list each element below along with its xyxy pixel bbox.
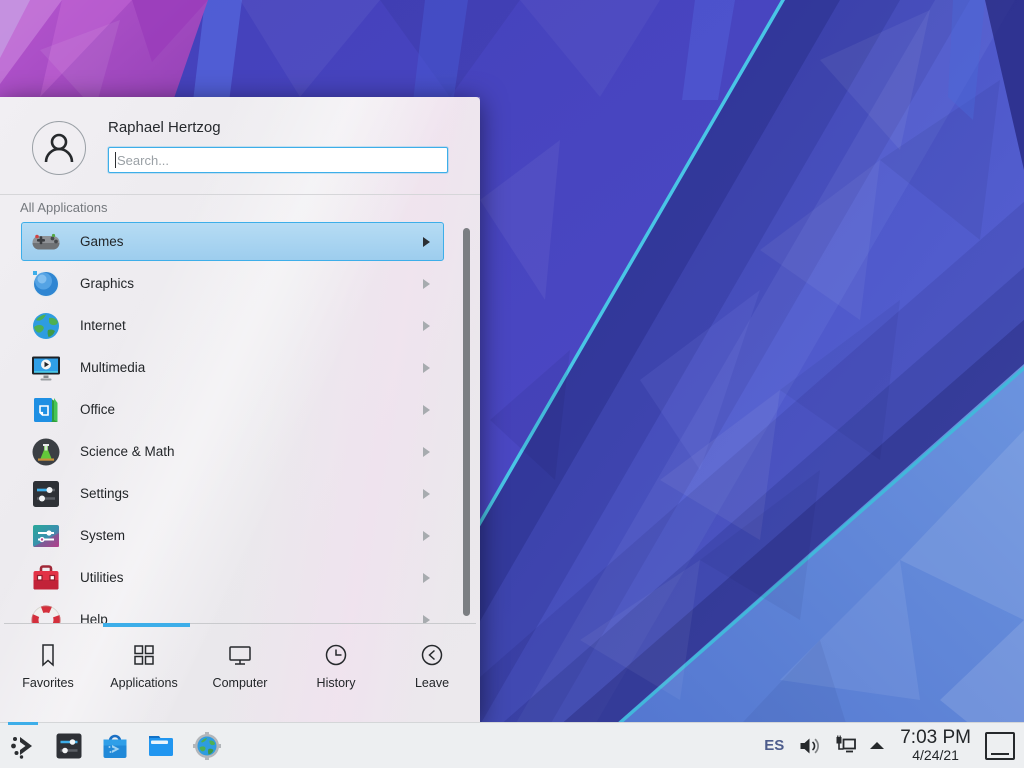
category-settings[interactable]: Settings [21, 474, 444, 513]
bookmark-icon [34, 641, 62, 669]
taskbar-system-settings[interactable] [46, 723, 92, 768]
help-lifering-icon [30, 604, 62, 623]
category-system[interactable]: System [21, 516, 444, 555]
show-desktop-button[interactable] [985, 732, 1015, 760]
settings-sliders-icon [30, 478, 62, 510]
tab-label: Applications [96, 676, 192, 690]
monitor-icon [226, 641, 254, 669]
submenu-arrow-icon [423, 363, 430, 373]
category-multimedia[interactable]: Multimedia [21, 348, 444, 387]
system-sliders-icon [30, 520, 62, 552]
section-label: All Applications [20, 200, 107, 215]
user-icon [33, 122, 85, 174]
submenu-arrow-icon [423, 447, 430, 457]
submenu-arrow-icon [423, 615, 430, 623]
volume-icon [798, 734, 822, 758]
submenu-arrow-icon [423, 405, 430, 415]
leave-icon [418, 641, 446, 669]
launcher-tabbar: Favorites Applications Computer [0, 628, 480, 722]
category-label: System [80, 517, 125, 554]
category-list: Games Graphics [21, 222, 444, 623]
clock-time: 7:03 PM [900, 728, 971, 748]
category-internet[interactable]: Internet [21, 306, 444, 345]
submenu-arrow-icon [423, 237, 430, 247]
category-label: Help [80, 601, 108, 623]
tab-label: History [288, 676, 384, 690]
volume-tray-item[interactable] [798, 734, 822, 758]
taskbar: ES 7:03 PM [0, 722, 1024, 768]
tab-leave[interactable]: Leave [384, 628, 480, 722]
taskbar-discover[interactable] [92, 723, 138, 768]
active-tab-indicator [103, 623, 190, 627]
taskbar-file-manager[interactable] [138, 723, 184, 768]
submenu-arrow-icon [423, 321, 430, 331]
multimedia-monitor-icon [30, 352, 62, 384]
desktop: Raphael Hertzog All Applications G [0, 0, 1024, 768]
globe-gear-icon [192, 731, 222, 761]
category-utilities[interactable]: Utilities [21, 558, 444, 597]
user-name: Raphael Hertzog [108, 119, 221, 136]
application-launcher-menu: Raphael Hertzog All Applications G [0, 97, 480, 722]
user-avatar[interactable] [32, 121, 86, 175]
digital-clock[interactable]: 7:03 PM 4/24/21 [900, 728, 971, 763]
submenu-arrow-icon [423, 573, 430, 583]
keyboard-layout-indicator[interactable]: ES [764, 737, 784, 754]
submenu-arrow-icon [423, 531, 430, 541]
category-label: Office [80, 391, 115, 428]
submenu-arrow-icon [423, 279, 430, 289]
tabbar-separator [4, 623, 476, 624]
tab-computer[interactable]: Computer [192, 628, 288, 722]
globe-icon [30, 310, 62, 342]
tab-label: Leave [384, 676, 480, 690]
category-label: Graphics [80, 265, 134, 302]
graphics-ball-icon [30, 268, 62, 300]
system-settings-icon [54, 731, 84, 761]
category-science-math[interactable]: Science & Math [21, 432, 444, 471]
tab-applications[interactable]: Applications [96, 628, 192, 722]
category-help[interactable]: Help [21, 600, 444, 623]
category-label: Games [80, 223, 124, 260]
clock-date: 4/24/21 [900, 748, 971, 763]
office-document-icon [30, 394, 62, 426]
gamepad-icon [30, 226, 62, 258]
tab-label: Favorites [0, 676, 96, 690]
clock-icon [322, 641, 350, 669]
category-label: Multimedia [80, 349, 145, 386]
taskbar-web-browser[interactable] [184, 723, 230, 768]
category-label: Internet [80, 307, 126, 344]
text-caret [115, 152, 116, 168]
tab-history[interactable]: History [288, 628, 384, 722]
category-games[interactable]: Games [21, 222, 444, 261]
grid-icon [130, 641, 158, 669]
science-flask-icon [30, 436, 62, 468]
submenu-arrow-icon [423, 489, 430, 499]
search-field-wrap [108, 147, 448, 173]
kde-launcher-icon [8, 731, 38, 761]
utilities-toolbox-icon [30, 562, 62, 594]
category-label: Utilities [80, 559, 124, 596]
tab-label: Computer [192, 676, 288, 690]
category-graphics[interactable]: Graphics [21, 264, 444, 303]
category-label: Science & Math [80, 433, 175, 470]
discover-bag-icon [100, 731, 130, 761]
network-icon [834, 734, 858, 758]
folder-icon [146, 731, 176, 761]
category-label: Settings [80, 475, 129, 512]
header-separator [0, 194, 480, 195]
list-scrollbar[interactable] [463, 228, 470, 616]
taskbar-application-launcher[interactable] [0, 723, 46, 768]
expand-tray-icon[interactable] [870, 742, 884, 749]
network-tray-item[interactable] [834, 734, 858, 758]
category-office[interactable]: Office [21, 390, 444, 429]
search-input[interactable] [108, 147, 448, 173]
system-tray: ES 7:03 PM [764, 728, 1024, 763]
tab-favorites[interactable]: Favorites [0, 628, 96, 722]
